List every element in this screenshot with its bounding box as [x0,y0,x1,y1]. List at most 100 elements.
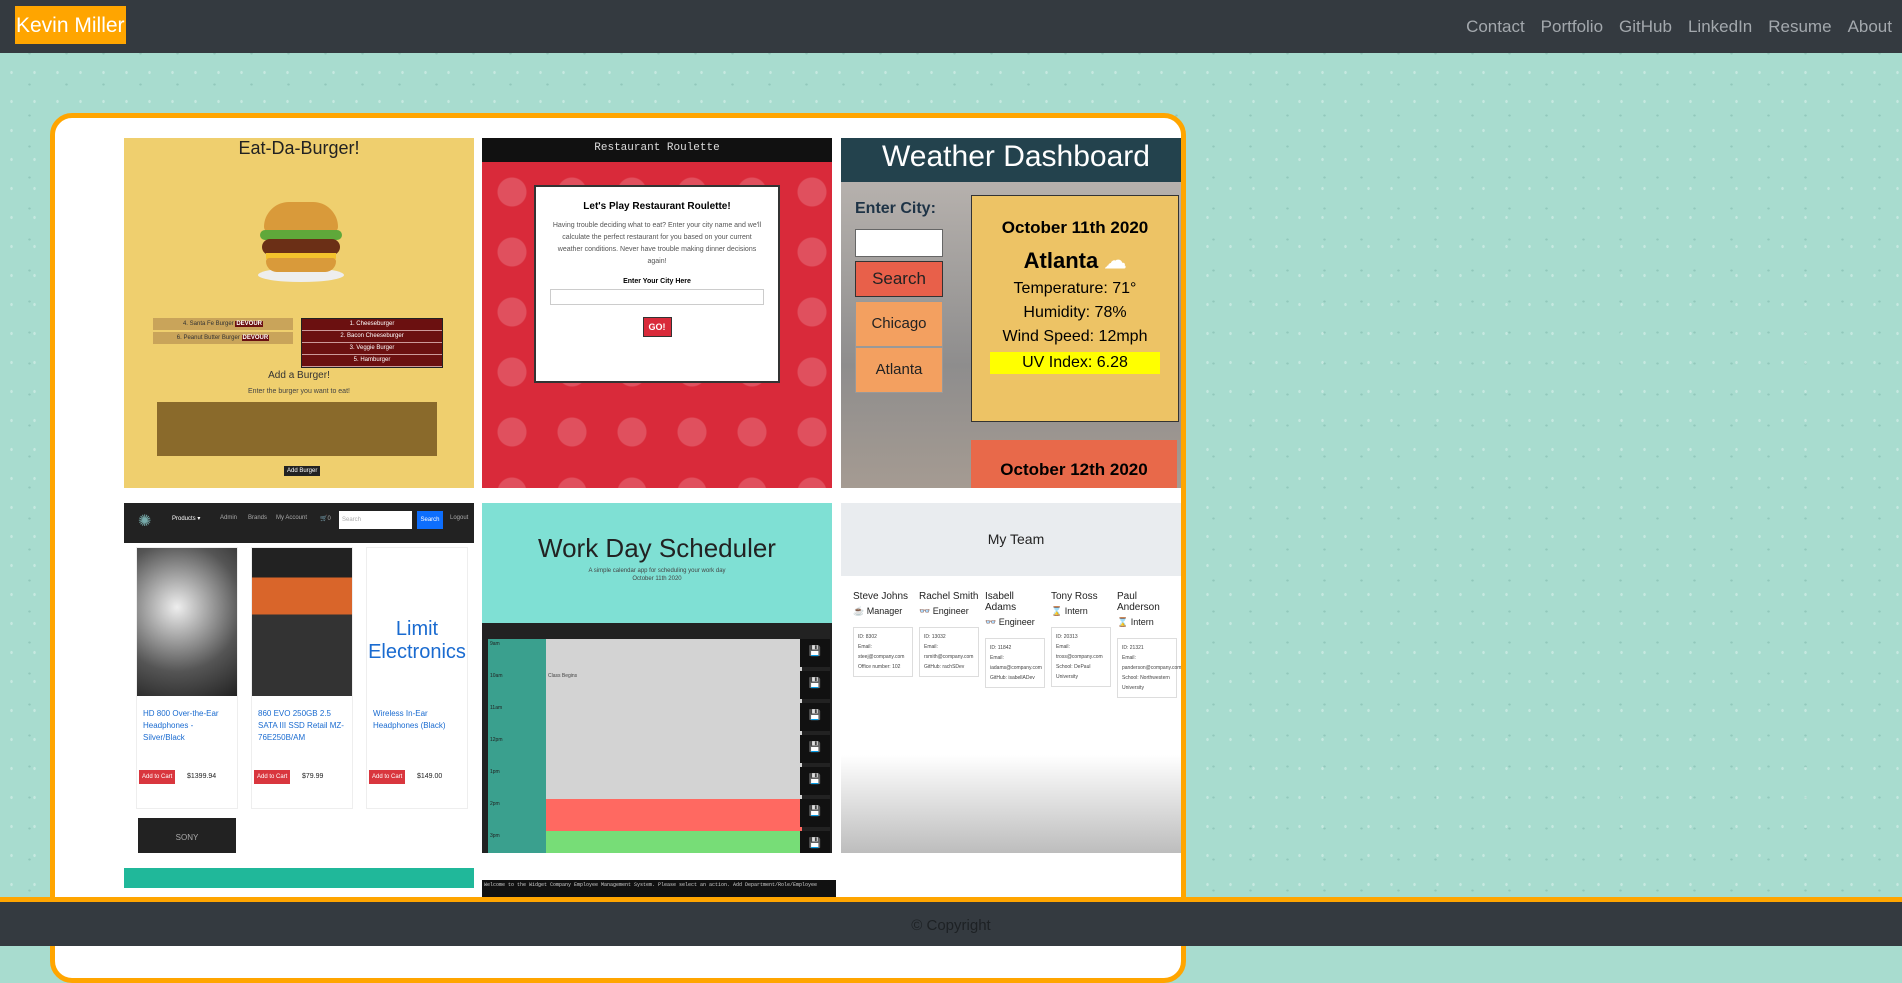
nav-resume[interactable]: Resume [1768,17,1831,37]
glasses-icon: 👓 Engineer [919,606,969,616]
weather-date: October 11th 2020 [1001,218,1149,237]
nav-github[interactable]: GitHub [1619,17,1672,37]
product-name[interactable]: HD 800 Over-the-Ear Headphones - Silver/… [143,708,231,744]
devoured-item: 1. Cheeseburger [302,319,442,331]
nav-portfolio[interactable]: Portfolio [1541,17,1603,37]
project-card-team[interactable]: My Team Steve Johns ☕ Manager ID: 8302 Ema… [841,503,1181,853]
temperature: Temperature: 71° [1013,280,1137,297]
glasses-icon: 👓 Engineer [985,617,1035,627]
product-card[interactable]: 860 EVO 250GB 2.5 SATA III SSD Retail MZ… [251,547,353,809]
project-card-weather[interactable]: Weather Dashboard Enter City: Search Chi… [841,138,1181,488]
portfolio-container: Eat-Da-Burger! 4. Santa Fe Burger DEVOUR… [50,113,1186,983]
nav-linkedin[interactable]: LinkedIn [1688,17,1752,37]
hour-row: 3pm 💾 [488,831,830,853]
nav-about[interactable]: About [1848,17,1892,37]
hourglass-icon: ⌛ Intern [1051,606,1088,616]
hour-row: 12pm 💾 [488,735,830,767]
humidity: Humidity: 78% [1023,304,1127,321]
save-icon[interactable]: 💾 [800,767,830,795]
devoured-item: 5. Hamburger [302,355,442,367]
hour-row: 1pm 💾 [488,767,830,799]
city-button-atlanta[interactable]: Atlanta [855,347,943,393]
project-card-partial[interactable] [124,868,474,888]
save-icon[interactable]: 💾 [800,671,830,699]
sony-product-image: SONY [138,818,236,853]
logout-link[interactable]: Logout [450,515,468,521]
burger-icon [256,196,346,286]
limit-electronics-logo: Limit Electronics [368,618,466,663]
shop-navbar: ✺ Products ▾ Admin Brands My Account 🛒0 … [124,503,474,543]
city-button-chicago[interactable]: Chicago [855,301,943,347]
roulette-heading: Let's Play Restaurant Roulette! [583,201,731,212]
go-button[interactable]: GO! [642,317,672,337]
burger-title: Eat-Da-Burger! [238,138,360,158]
shop-logo-icon: ✺ [138,513,152,530]
ssd-image [252,548,352,696]
save-icon[interactable]: 💾 [800,639,830,667]
weather-city: Atlanta ☁ [1023,248,1127,273]
brands-menu[interactable]: Brands [248,515,267,521]
scheduler-header: Work Day Scheduler A simple calendar app… [482,503,832,623]
project-card-shop[interactable]: ✺ Products ▾ Admin Brands My Account 🛒0 … [124,503,474,853]
product-card[interactable]: Limit Electronics Wireless In-Ear Headph… [366,547,468,809]
save-icon[interactable]: 💾 [800,799,830,827]
products-menu[interactable]: Products ▾ [172,515,200,522]
enter-city-label: Enter City: [855,200,936,217]
scheduler-title: Work Day Scheduler [538,533,776,563]
team-title: My Team [841,503,1181,576]
nav-links: Contact Portfolio GitHub LinkedIn Resume… [1466,0,1892,53]
uneaten-item[interactable]: 4. Santa Fe Burger DEVOUR [153,318,293,330]
hour-row: 9am 💾 [488,639,830,671]
team-member-card: Isabell Adams 👓 Engineer ID: 11842 Email: … [985,591,1045,688]
uneaten-list: 4. Santa Fe Burger DEVOUR 6. Peanut Butt… [153,318,293,346]
city-search-input[interactable] [855,229,943,257]
city-input[interactable] [550,289,764,305]
product-card[interactable]: HD 800 Over-the-Ear Headphones - Silver/… [136,547,238,809]
uv-index: UV Index: 6.28 [990,352,1160,374]
add-burger-button[interactable]: Add Burger [284,466,321,476]
current-weather-panel: October 11th 2020 Atlanta ☁ Temperature:… [971,195,1179,422]
admin-menu[interactable]: Admin [220,515,237,521]
hourglass-icon: ⌛ Intern [1117,617,1154,627]
account-menu[interactable]: My Account [276,515,307,521]
save-icon[interactable]: 💾 [800,703,830,731]
team-member-card: Tony Ross ⌛ Intern ID: 20313 Email: tross@… [1051,591,1111,687]
product-price: $1399.94 [187,773,217,780]
wind-speed: Wind Speed: 12mph [1002,328,1148,345]
product-name[interactable]: Wireless In-Ear Headphones (Black) [373,708,461,732]
team-member-card: Steve Johns ☕ Manager ID: 8302 Email: stee… [853,591,913,677]
product-price: $149.00 [417,773,443,780]
headphones-image [137,548,237,696]
hour-row: 2pm 💾 [488,799,830,831]
save-icon[interactable]: 💾 [800,831,830,853]
shop-search-button[interactable]: Search [417,511,443,529]
weather-search-button[interactable]: Search [855,261,943,297]
cloud-icon: ☁ [1104,248,1127,273]
weather-title: Weather Dashboard [841,138,1181,182]
product-name[interactable]: 860 EVO 250GB 2.5 SATA III SSD Retail MZ… [258,708,346,744]
add-burger-title: Add a Burger! [268,370,330,381]
cart-icon[interactable]: 🛒0 [320,515,331,522]
add-to-cart-button[interactable]: Add to Cart [369,770,406,784]
project-card-burger[interactable]: Eat-Da-Burger! 4. Santa Fe Burger DEVOUR… [124,138,474,488]
nav-contact[interactable]: Contact [1466,17,1525,37]
uneaten-item[interactable]: 6. Peanut Butter Burger DEVOUR [153,332,293,344]
devoured-item: 3. Veggie Burger [302,343,442,355]
project-card-scheduler[interactable]: Work Day Scheduler A simple calendar app… [482,503,832,853]
roulette-title-bar: Restaurant Roulette [482,138,832,162]
city-input-label: Enter Your City Here [623,278,691,285]
save-icon[interactable]: 💾 [800,735,830,763]
add-to-cart-button[interactable]: Add to Cart [254,770,291,784]
add-to-cart-button[interactable]: Add to Cart [139,770,176,784]
copyright-text: © Copyright [911,917,991,934]
shop-search-input[interactable]: Search [339,511,412,529]
project-card-roulette[interactable]: Restaurant Roulette Let's Play Restauran… [482,138,832,488]
forecast-date: October 12th 2020 [971,440,1177,488]
footer: © Copyright [0,897,1902,946]
navbar: Kevin Miller Contact Portfolio GitHub Li… [0,0,1902,53]
roulette-dialog: Let's Play Restaurant Roulette! Having t… [534,185,780,383]
burger-textarea[interactable] [157,402,437,456]
scheduler-subtitle: A simple calendar app for scheduling you… [588,568,726,574]
devoured-item: 2. Bacon Cheeseburger [302,331,442,343]
brand-name[interactable]: Kevin Miller [15,6,126,44]
